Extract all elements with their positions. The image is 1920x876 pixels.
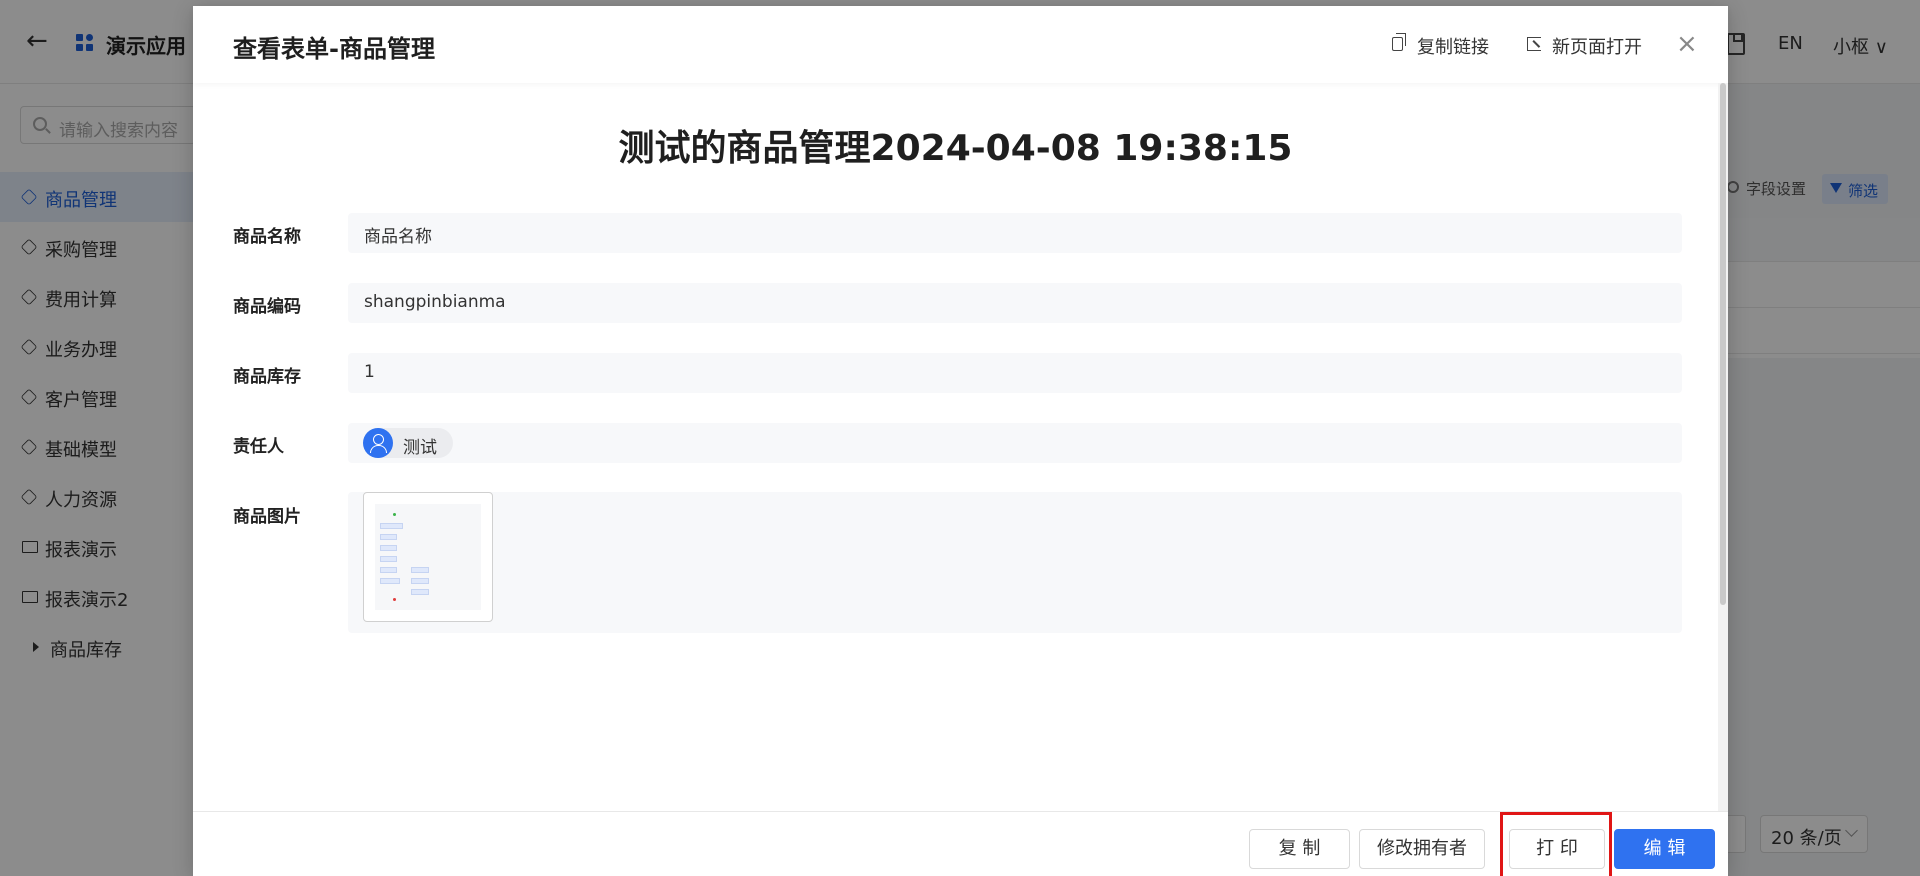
field-label-owner: 责任人: [233, 437, 284, 457]
product-name-value: 商品名称: [364, 227, 432, 247]
field-label-stock: 商品库存: [233, 367, 301, 387]
flowchart-node: [380, 545, 397, 551]
product-code-value: shangpinbianma: [364, 292, 506, 312]
owner-chip: 测试: [363, 428, 453, 458]
change-owner-button[interactable]: 修改拥有者: [1359, 829, 1485, 869]
copy-button[interactable]: 复 制: [1249, 829, 1350, 869]
modal-footer: 复 制 修改拥有者 打 印 编 辑: [193, 811, 1728, 876]
copy-icon: [1392, 33, 1406, 51]
copy-link-label: 复制链接: [1417, 37, 1489, 58]
field-value-code: shangpinbianma: [348, 283, 1682, 323]
edit-button[interactable]: 编 辑: [1614, 829, 1715, 869]
flowchart-node: [380, 578, 400, 584]
close-icon[interactable]: ×: [1676, 31, 1698, 57]
external-link-icon: [1527, 37, 1541, 51]
product-stock-value: 1: [364, 362, 375, 382]
print-highlight-box: [1500, 812, 1612, 876]
flowchart-end-dot: [393, 598, 396, 601]
copy-link-button[interactable]: 复制链接: [1392, 33, 1492, 58]
field-value-image: [348, 492, 1682, 633]
owner-name: 测试: [403, 438, 437, 458]
modal-scrollbar-thumb[interactable]: [1720, 83, 1726, 605]
modal-body: 测试的商品管理2024-04-08 19:38:15 商品名称 商品名称 商品编…: [193, 83, 1718, 811]
modal-title: 查看表单-商品管理: [233, 35, 435, 63]
flowchart-node: [380, 567, 397, 573]
flowchart-node: [380, 523, 403, 529]
modal-header: 查看表单-商品管理 复制链接 新页面打开 ×: [193, 6, 1728, 83]
flowchart-node: [411, 589, 429, 595]
product-image-thumbnail[interactable]: [363, 492, 493, 622]
field-label-image: 商品图片: [233, 507, 301, 527]
flowchart-node: [411, 578, 429, 584]
form-title: 测试的商品管理2024-04-08 19:38:15: [618, 128, 1293, 169]
flowchart-node: [411, 567, 429, 573]
field-value-owner: 测试: [348, 423, 1682, 463]
field-label-code: 商品编码: [233, 297, 301, 317]
field-label-name: 商品名称: [233, 227, 301, 247]
field-value-name: 商品名称: [348, 213, 1682, 253]
flowchart-image: [375, 504, 481, 610]
open-new-page-label: 新页面打开: [1552, 37, 1642, 58]
flowchart-node: [380, 534, 397, 540]
flowchart-start-dot: [393, 513, 396, 516]
view-form-modal: 查看表单-商品管理 复制链接 新页面打开 × 测试的商品管理2024-04-08…: [193, 6, 1728, 876]
user-avatar-icon: [363, 428, 393, 458]
field-value-stock: 1: [348, 353, 1682, 393]
flowchart-node: [380, 556, 397, 562]
open-new-page-button[interactable]: 新页面打开: [1527, 33, 1647, 58]
